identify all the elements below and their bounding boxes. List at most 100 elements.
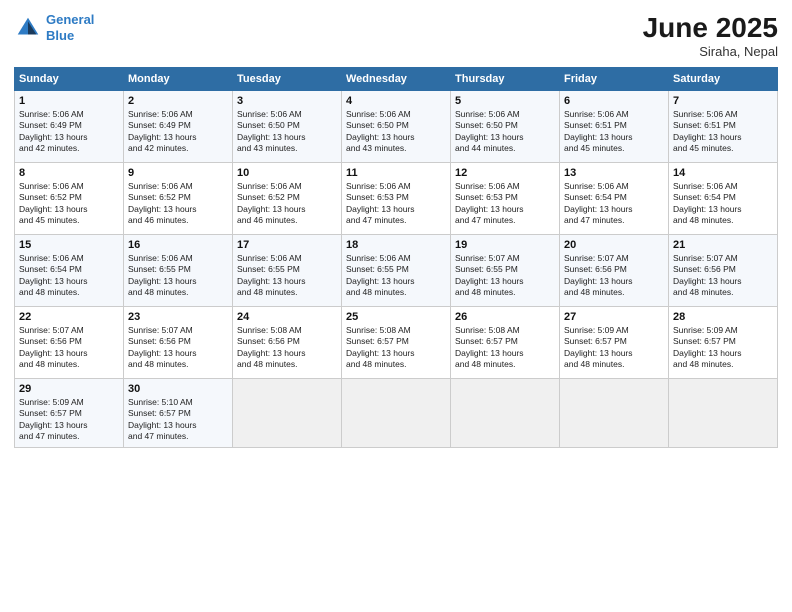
- calendar-cell: [233, 379, 342, 448]
- day-number: 26: [455, 311, 555, 323]
- calendar-cell: 13Sunrise: 5:06 AM Sunset: 6:54 PM Dayli…: [560, 163, 669, 235]
- calendar-cell: 29Sunrise: 5:09 AM Sunset: 6:57 PM Dayli…: [15, 379, 124, 448]
- day-number: 21: [673, 239, 773, 251]
- calendar-cell: 20 Sunrise: 5:07 AM Sunset: 6:56 PM Dayli…: [560, 235, 669, 307]
- day-number: 14: [673, 167, 773, 179]
- title-block: June 2025 Siraha, Nepal: [643, 12, 778, 59]
- day-info: Sunrise: 5:09 AM Sunset: 6:57 PM Dayligh…: [564, 325, 664, 371]
- day-number: 18: [346, 239, 446, 251]
- day-info: Sunrise: 5:07 AM Sunset: 6:56 PM Dayligh…: [564, 253, 664, 299]
- calendar-cell: 16 Sunrise: 5:06 AM Sunset: 6:55 PM Dayli…: [124, 235, 233, 307]
- calendar-cell: 15 Sunrise: 5:06 AM Sunset: 6:54 PM Dayli…: [15, 235, 124, 307]
- calendar-cell: 24Sunrise: 5:08 AM Sunset: 6:56 PM Dayli…: [233, 307, 342, 379]
- calendar-cell: 5Sunrise: 5:06 AM Sunset: 6:50 PM Daylig…: [451, 91, 560, 163]
- day-info: Sunrise: 5:07 AM Sunset: 6:56 PM Dayligh…: [128, 325, 228, 371]
- calendar-header-row: SundayMondayTuesdayWednesdayThursdayFrid…: [15, 68, 778, 91]
- day-of-week-header: Saturday: [669, 68, 778, 91]
- calendar-week-row: 29Sunrise: 5:09 AM Sunset: 6:57 PM Dayli…: [15, 379, 778, 448]
- calendar-cell: 26 Sunrise: 5:08 AM Sunset: 6:57 PM Dayli…: [451, 307, 560, 379]
- calendar-cell: 3 Sunrise: 5:06 AM Sunset: 6:50 PM Daylig…: [233, 91, 342, 163]
- calendar-cell: 12 Sunrise: 5:06 AM Sunset: 6:53 PM Dayli…: [451, 163, 560, 235]
- day-number: 4: [346, 95, 446, 107]
- day-number: 7: [673, 95, 773, 107]
- day-of-week-header: Monday: [124, 68, 233, 91]
- day-number: 10: [237, 167, 337, 179]
- day-info: Sunrise: 5:06 AM Sunset: 6:52 PM Dayligh…: [128, 181, 228, 227]
- day-number: 28: [673, 311, 773, 323]
- day-number: 19: [455, 239, 555, 251]
- day-number: 12: [455, 167, 555, 179]
- calendar-cell: 7 Sunrise: 5:06 AM Sunset: 6:51 PM Daylig…: [669, 91, 778, 163]
- calendar-cell: 21 Sunrise: 5:07 AM Sunset: 6:56 PM Dayli…: [669, 235, 778, 307]
- calendar-cell: 25 Sunrise: 5:08 AM Sunset: 6:57 PM Dayli…: [342, 307, 451, 379]
- day-info: Sunrise: 5:06 AM Sunset: 6:51 PM Dayligh…: [564, 109, 664, 155]
- day-info: Sunrise: 5:06 AM Sunset: 6:49 PM Dayligh…: [128, 109, 228, 155]
- logo-text: General Blue: [46, 12, 94, 43]
- day-info: Sunrise: 5:08 AM Sunset: 6:57 PM Dayligh…: [455, 325, 555, 371]
- day-info: Sunrise: 5:06 AM Sunset: 6:51 PM Dayligh…: [673, 109, 773, 155]
- calendar-cell: 6 Sunrise: 5:06 AM Sunset: 6:51 PM Daylig…: [560, 91, 669, 163]
- calendar-week-row: 22 Sunrise: 5:07 AM Sunset: 6:56 PM Dayli…: [15, 307, 778, 379]
- day-info: Sunrise: 5:07 AM Sunset: 6:56 PM Dayligh…: [673, 253, 773, 299]
- calendar-cell: [451, 379, 560, 448]
- calendar-cell: 17 Sunrise: 5:06 AM Sunset: 6:55 PM Dayli…: [233, 235, 342, 307]
- calendar-week-row: 1 Sunrise: 5:06 AM Sunset: 6:49 PM Daylig…: [15, 91, 778, 163]
- day-number: 2: [128, 95, 228, 107]
- calendar-week-row: 15 Sunrise: 5:06 AM Sunset: 6:54 PM Dayli…: [15, 235, 778, 307]
- day-info: Sunrise: 5:07 AM Sunset: 6:55 PM Dayligh…: [455, 253, 555, 299]
- day-of-week-header: Friday: [560, 68, 669, 91]
- calendar-week-row: 8Sunrise: 5:06 AM Sunset: 6:52 PM Daylig…: [15, 163, 778, 235]
- day-number: 6: [564, 95, 664, 107]
- calendar-cell: 23 Sunrise: 5:07 AM Sunset: 6:56 PM Dayli…: [124, 307, 233, 379]
- day-of-week-header: Thursday: [451, 68, 560, 91]
- calendar-cell: 10 Sunrise: 5:06 AM Sunset: 6:52 PM Dayli…: [233, 163, 342, 235]
- location: Siraha, Nepal: [643, 44, 778, 59]
- day-info: Sunrise: 5:06 AM Sunset: 6:53 PM Dayligh…: [346, 181, 446, 227]
- calendar-cell: 9 Sunrise: 5:06 AM Sunset: 6:52 PM Daylig…: [124, 163, 233, 235]
- day-of-week-header: Sunday: [15, 68, 124, 91]
- day-info: Sunrise: 5:06 AM Sunset: 6:52 PM Dayligh…: [237, 181, 337, 227]
- calendar-cell: 1Sunrise: 5:06 AM Sunset: 6:49 PM Daylig…: [15, 91, 124, 163]
- day-info: Sunrise: 5:06 AM Sunset: 6:55 PM Dayligh…: [346, 253, 446, 299]
- day-of-week-header: Wednesday: [342, 68, 451, 91]
- calendar-cell: 30Sunrise: 5:10 AM Sunset: 6:57 PM Dayli…: [124, 379, 233, 448]
- day-info: Sunrise: 5:06 AM Sunset: 6:55 PM Dayligh…: [237, 253, 337, 299]
- calendar-cell: 27 Sunrise: 5:09 AM Sunset: 6:57 PM Dayli…: [560, 307, 669, 379]
- day-number: 22: [19, 311, 119, 323]
- logo: General Blue: [14, 12, 94, 43]
- calendar-table: SundayMondayTuesdayWednesdayThursdayFrid…: [14, 67, 778, 448]
- day-info: Sunrise: 5:06 AM Sunset: 6:50 PM Dayligh…: [237, 109, 337, 155]
- day-number: 5: [455, 95, 555, 107]
- day-number: 20: [564, 239, 664, 251]
- day-info: Sunrise: 5:06 AM Sunset: 6:54 PM Dayligh…: [19, 253, 119, 299]
- day-number: 25: [346, 311, 446, 323]
- day-number: 11: [346, 167, 446, 179]
- day-number: 23: [128, 311, 228, 323]
- calendar-cell: 11 Sunrise: 5:06 AM Sunset: 6:53 PM Dayli…: [342, 163, 451, 235]
- day-number: 17: [237, 239, 337, 251]
- calendar-cell: 19 Sunrise: 5:07 AM Sunset: 6:55 PM Dayli…: [451, 235, 560, 307]
- day-info: Sunrise: 5:06 AM Sunset: 6:55 PM Dayligh…: [128, 253, 228, 299]
- day-info: Sunrise: 5:08 AM Sunset: 6:56 PM Dayligh…: [237, 325, 337, 371]
- day-number: 3: [237, 95, 337, 107]
- month-year: June 2025: [643, 12, 778, 44]
- calendar-cell: 8Sunrise: 5:06 AM Sunset: 6:52 PM Daylig…: [15, 163, 124, 235]
- calendar-body: 1 Sunrise: 5:06 AM Sunset: 6:49 PM Daylig…: [15, 91, 778, 448]
- day-number: 27: [564, 311, 664, 323]
- calendar-cell: [560, 379, 669, 448]
- day-info: Sunrise: 5:08 AM Sunset: 6:57 PM Dayligh…: [346, 325, 446, 371]
- calendar-cell: 18 Sunrise: 5:06 AM Sunset: 6:55 PM Dayli…: [342, 235, 451, 307]
- day-number: 15: [19, 239, 119, 251]
- logo-icon: [14, 14, 42, 42]
- header: General Blue June 2025 Siraha, Nepal: [14, 12, 778, 59]
- day-info: Sunrise: 5:06 AM Sunset: 6:50 PM Dayligh…: [346, 109, 446, 155]
- day-number: 1: [19, 95, 119, 107]
- day-number: 16: [128, 239, 228, 251]
- calendar-cell: 22Sunrise: 5:07 AM Sunset: 6:56 PM Dayli…: [15, 307, 124, 379]
- day-number: 13: [564, 167, 664, 179]
- calendar-cell: [669, 379, 778, 448]
- page: General Blue June 2025 Siraha, Nepal Sun…: [0, 0, 792, 612]
- day-info: Sunrise: 5:06 AM Sunset: 6:53 PM Dayligh…: [455, 181, 555, 227]
- day-number: 9: [128, 167, 228, 179]
- day-info: Sunrise: 5:09 AM Sunset: 6:57 PM Dayligh…: [673, 325, 773, 371]
